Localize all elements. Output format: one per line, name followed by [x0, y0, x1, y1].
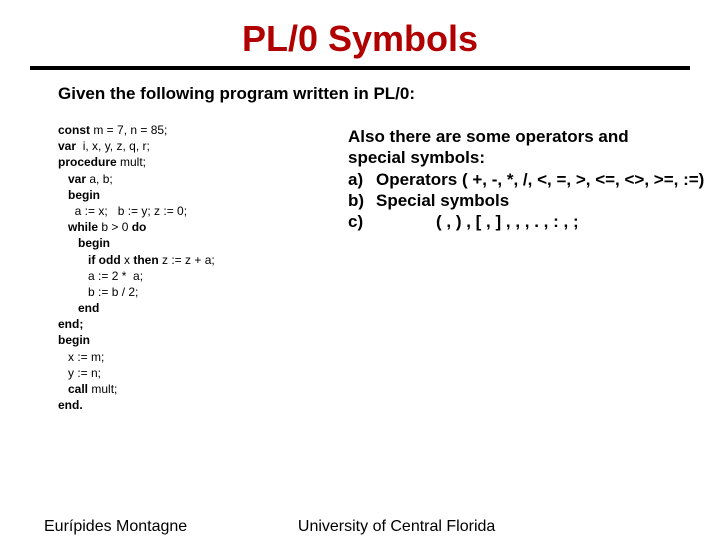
code-text: y := n;: [58, 366, 101, 380]
kw-begin: begin: [58, 188, 100, 202]
code-text: m = 7, n = 85;: [93, 123, 167, 137]
notes-block: Also there are some operators and specia…: [318, 122, 720, 232]
kw-end: end: [58, 301, 99, 315]
content-columns: const m = 7, n = 85; var i, x, y, z, q, …: [0, 122, 720, 413]
code-text: i, x, y, z, q, r;: [79, 139, 149, 153]
slide-footer: Eurípides Montagne University of Central…: [0, 518, 720, 536]
kw-begin: begin: [58, 236, 110, 250]
kw-end: end;: [58, 317, 83, 331]
code-text: a := 2 * a;: [58, 269, 143, 283]
code-text: mult;: [91, 382, 117, 396]
list-text-a: Operators ( +, -, *, /, <, =, >, <=, <>,…: [376, 169, 704, 190]
list-text-c: ( , ) , [ , ] , , , . , : , ;: [376, 211, 579, 232]
footer-author: Eurípides Montagne: [44, 518, 187, 536]
kw-begin: begin: [58, 333, 90, 347]
kw-end: end.: [58, 398, 83, 412]
kw-do: do: [132, 220, 147, 234]
kw-if: if: [58, 253, 99, 267]
kw-const: const: [58, 123, 93, 137]
code-text: b > 0: [101, 220, 131, 234]
code-text: a, b;: [89, 172, 112, 186]
kw-procedure: procedure: [58, 155, 120, 169]
code-text: x: [124, 253, 133, 267]
code-text: x := m;: [58, 350, 104, 364]
list-item: a) Operators ( +, -, *, /, <, =, >, <=, …: [348, 169, 720, 190]
notes-heading: special symbols:: [348, 147, 720, 168]
kw-var: var: [58, 172, 89, 186]
kw-call: call: [58, 382, 91, 396]
kw-then: then: [133, 253, 162, 267]
kw-while: while: [58, 220, 101, 234]
code-text: b := b / 2;: [58, 285, 138, 299]
list-label-b: b): [348, 190, 376, 211]
list-label-c: c): [348, 211, 376, 232]
notes-list: a) Operators ( +, -, *, /, <, =, >, <=, …: [348, 169, 720, 233]
kw-var: var: [58, 139, 79, 153]
kw-odd: odd: [99, 253, 124, 267]
list-label-a: a): [348, 169, 376, 190]
intro-text: Given the following program written in P…: [58, 84, 720, 104]
list-text-b: Special symbols: [376, 190, 509, 211]
notes-heading: Also there are some operators and: [348, 126, 720, 147]
list-item: c) ( , ) , [ , ] , , , . , : , ;: [348, 211, 720, 232]
footer-org: University of Central Florida: [187, 518, 676, 536]
code-text: z := z + a;: [162, 253, 215, 267]
slide-title: PL/0 Symbols: [0, 18, 720, 60]
code-text: a := x; b := y; z := 0;: [58, 204, 187, 218]
code-block: const m = 7, n = 85; var i, x, y, z, q, …: [58, 122, 318, 413]
title-underline: [30, 66, 690, 70]
list-item: b) Special symbols: [348, 190, 720, 211]
code-text: mult;: [120, 155, 146, 169]
